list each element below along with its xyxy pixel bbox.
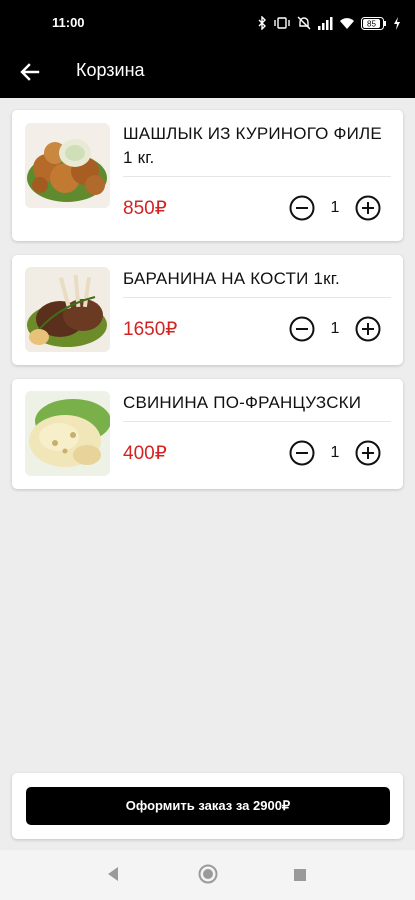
quantity-value: 1 [330, 199, 340, 216]
item-name: СВИНИНА ПО-ФРАНЦУЗСКИ [123, 391, 391, 422]
recents-square-icon [294, 869, 306, 881]
alarm-off-icon [297, 16, 311, 30]
lamb-ribs-photo [25, 267, 110, 352]
battery-icon: 85 [361, 16, 387, 30]
quantity-value: 1 [330, 444, 340, 461]
quantity-value: 1 [330, 320, 340, 337]
status-icons: 85 [257, 13, 401, 33]
increase-button[interactable] [355, 440, 381, 466]
plus-circle-icon [355, 440, 381, 466]
minus-circle-icon [289, 440, 315, 466]
home-circle-icon [198, 864, 218, 884]
charging-icon [393, 16, 401, 30]
signal-icon [317, 16, 333, 30]
cart-item: БАРАНИНА НА КОСТИ 1кг. 1650₽ 1 [12, 255, 403, 365]
cart-item: ШАШЛЫК ИЗ КУРИНОГО ФИЛЕ 1 кг. 850₽ 1 [12, 110, 403, 241]
app-bar: Корзина [0, 46, 415, 98]
status-time: 11:00 [52, 15, 85, 30]
item-price: 1650₽ [123, 319, 178, 340]
page-title: Корзина [76, 60, 145, 80]
plus-circle-icon [355, 316, 381, 342]
increase-button[interactable] [355, 316, 381, 342]
item-price: 400₽ [123, 443, 167, 464]
status-bar: 11:00 85 [0, 0, 415, 46]
nav-recents-button[interactable] [293, 868, 307, 887]
plus-circle-icon [355, 195, 381, 221]
decrease-button[interactable] [289, 440, 315, 466]
quantity-stepper: 1 [289, 440, 381, 466]
item-name: ШАШЛЫК ИЗ КУРИНОГО ФИЛЕ 1 кг. [123, 122, 391, 177]
bluetooth-icon [257, 16, 267, 30]
minus-circle-icon [289, 195, 315, 221]
cart-item: СВИНИНА ПО-ФРАНЦУЗСКИ 400₽ 1 [12, 379, 403, 489]
battery-level-text: 85 [367, 19, 376, 28]
item-price: 850₽ [123, 198, 167, 219]
vibrate-icon [273, 16, 291, 30]
back-triangle-icon [108, 867, 118, 881]
cart-list: ШАШЛЫК ИЗ КУРИНОГО ФИЛЕ 1 кг. 850₽ 1 БАР… [12, 110, 403, 503]
nav-back-button[interactable] [105, 865, 121, 888]
decrease-button[interactable] [289, 316, 315, 342]
nav-home-button[interactable] [198, 864, 218, 889]
checkout-panel: Оформить заказ за 2900₽ [12, 773, 403, 839]
minus-circle-icon [289, 316, 315, 342]
decrease-button[interactable] [289, 195, 315, 221]
back-button[interactable] [16, 58, 44, 86]
item-name: БАРАНИНА НА КОСТИ 1кг. [123, 267, 391, 298]
quantity-stepper: 1 [289, 316, 381, 342]
french-pork-photo [25, 391, 110, 476]
wifi-icon [339, 17, 355, 30]
quantity-stepper: 1 [289, 195, 381, 221]
increase-button[interactable] [355, 195, 381, 221]
checkout-button[interactable]: Оформить заказ за 2900₽ [26, 787, 390, 825]
chicken-shashlik-photo [25, 123, 110, 208]
arrow-left-icon [20, 63, 40, 81]
system-nav-bar [0, 850, 415, 900]
